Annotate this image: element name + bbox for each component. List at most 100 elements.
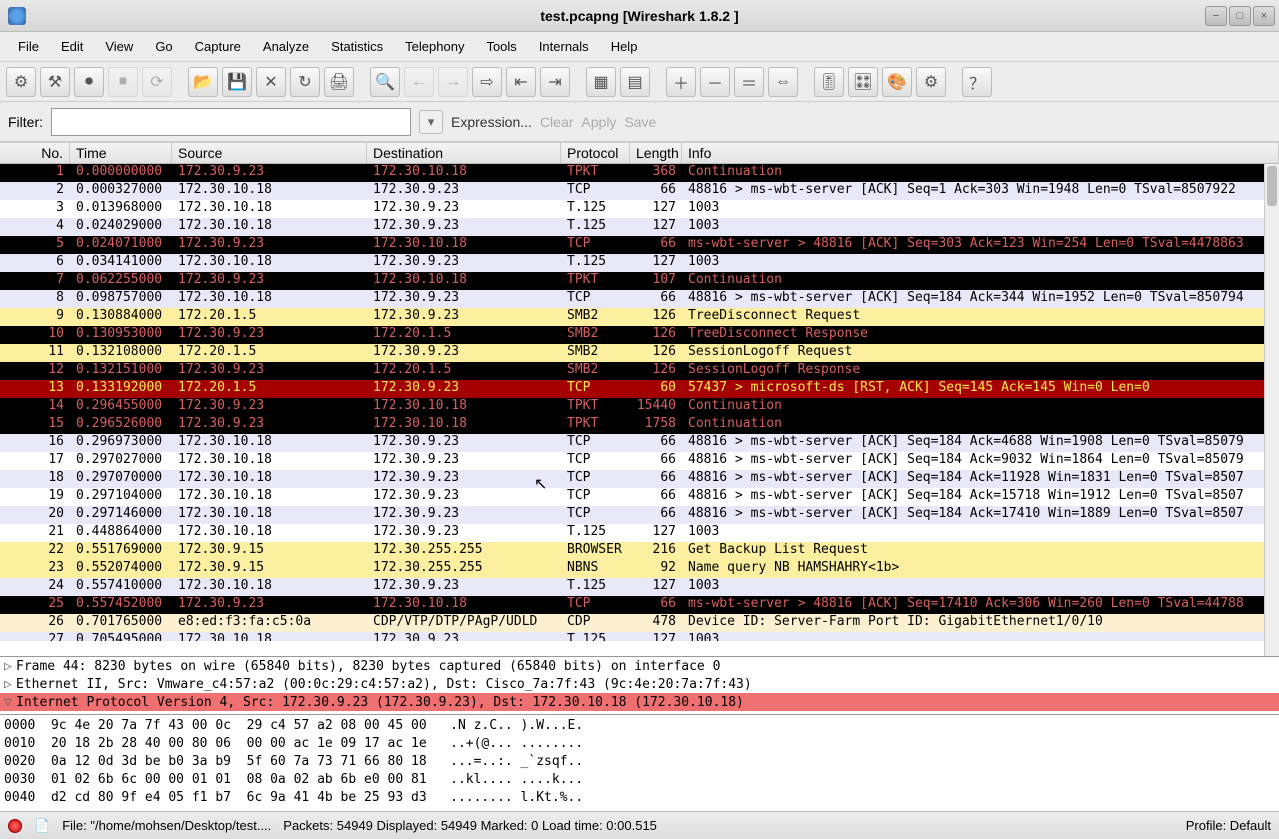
scrollbar-thumb[interactable]: [1267, 166, 1277, 206]
resize-columns-icon[interactable]: ⇔: [768, 67, 798, 97]
detail-line[interactable]: ▷ Ethernet II, Src: Vmware_c4:57:a2 (00:…: [0, 675, 1279, 693]
options-icon[interactable]: ⚒: [40, 67, 70, 97]
col-header-info[interactable]: Info: [682, 143, 1279, 163]
menu-analyze[interactable]: Analyze: [253, 35, 319, 58]
coloring-rules-icon[interactable]: 🎨: [882, 67, 912, 97]
detail-line[interactable]: ▽ Internet Protocol Version 4, Src: 172.…: [0, 693, 1279, 711]
clear-button[interactable]: Clear: [540, 114, 573, 130]
window-title: test.pcapng [Wireshark 1.8.2 ]: [540, 8, 738, 24]
restart-capture-icon[interactable]: ⟳: [142, 67, 172, 97]
col-header-length[interactable]: Length: [630, 143, 682, 163]
go-to-icon[interactable]: ⇨: [472, 67, 502, 97]
filter-input[interactable]: [51, 108, 411, 136]
menu-telephony[interactable]: Telephony: [395, 35, 474, 58]
packet-row[interactable]: 270.705495000172.30.10.18172.30.9.23T.12…: [0, 632, 1279, 641]
save-icon[interactable]: 💾: [222, 67, 252, 97]
preferences-icon[interactable]: ⚙: [916, 67, 946, 97]
vertical-scrollbar[interactable]: [1264, 164, 1279, 656]
packet-row[interactable]: 240.557410000172.30.10.18172.30.9.23T.12…: [0, 578, 1279, 596]
statusbar: 📄 File: "/home/mohsen/Desktop/test.... P…: [0, 811, 1279, 839]
print-icon[interactable]: 🖨: [324, 67, 354, 97]
toolbar: ⚙ ⚒ ⏺ ⏹ ⟳ 📂 💾 ✕ ↻ 🖨 🔍 ← → ⇨ ⇤ ⇥ ▦ ▤ ＋ － …: [0, 62, 1279, 102]
first-packet-icon[interactable]: ⇤: [506, 67, 536, 97]
packet-row[interactable]: 250.557452000172.30.9.23172.30.10.18TCP6…: [0, 596, 1279, 614]
filterbar: Filter: ▾ Expression... Clear Apply Save: [0, 102, 1279, 142]
packet-row[interactable]: 60.034141000172.30.10.18172.30.9.23T.125…: [0, 254, 1279, 272]
packet-list-body[interactable]: 10.000000000172.30.9.23172.30.10.18TPKT3…: [0, 164, 1279, 641]
minimize-button[interactable]: −: [1205, 6, 1227, 26]
packet-row[interactable]: 40.024029000172.30.10.18172.30.9.23T.125…: [0, 218, 1279, 236]
packet-row[interactable]: 10.000000000172.30.9.23172.30.10.18TPKT3…: [0, 164, 1279, 182]
packet-row[interactable]: 260.701765000e8:ed:f3:fa:c5:0aCDP/VTP/DT…: [0, 614, 1279, 632]
colorize-icon[interactable]: ▦: [586, 67, 616, 97]
menu-statistics[interactable]: Statistics: [321, 35, 393, 58]
status-profile[interactable]: Profile: Default: [1186, 818, 1271, 833]
col-header-protocol[interactable]: Protocol: [561, 143, 630, 163]
close-button[interactable]: ×: [1253, 6, 1275, 26]
col-header-destination[interactable]: Destination: [367, 143, 561, 163]
packet-row[interactable]: 230.552074000172.30.9.15172.30.255.255NB…: [0, 560, 1279, 578]
capture-file-properties-icon[interactable]: 📄: [34, 818, 50, 834]
interfaces-icon[interactable]: ⚙: [6, 67, 36, 97]
col-header-no[interactable]: No.: [0, 143, 70, 163]
packet-row[interactable]: 100.130953000172.30.9.23172.20.1.5SMB212…: [0, 326, 1279, 344]
packet-row[interactable]: 210.448864000172.30.10.18172.30.9.23T.12…: [0, 524, 1279, 542]
zoom-out-icon[interactable]: －: [700, 67, 730, 97]
start-capture-icon[interactable]: ⏺: [74, 67, 104, 97]
menu-view[interactable]: View: [95, 35, 143, 58]
filter-label: Filter:: [8, 114, 43, 130]
packet-row[interactable]: 70.062255000172.30.9.23172.30.10.18TPKT1…: [0, 272, 1279, 290]
packet-row[interactable]: 200.297146000172.30.10.18172.30.9.23TCP6…: [0, 506, 1279, 524]
reload-icon[interactable]: ↻: [290, 67, 320, 97]
go-back-icon[interactable]: ←: [404, 67, 434, 97]
zoom-100-icon[interactable]: ＝: [734, 67, 764, 97]
packet-row[interactable]: 150.296526000172.30.9.23172.30.10.18TPKT…: [0, 416, 1279, 434]
close-file-icon[interactable]: ✕: [256, 67, 286, 97]
menubar: File Edit View Go Capture Analyze Statis…: [0, 32, 1279, 62]
zoom-in-icon[interactable]: ＋: [666, 67, 696, 97]
col-header-time[interactable]: Time: [70, 143, 172, 163]
display-filters-icon[interactable]: 🎛: [848, 67, 878, 97]
packet-list-pane: No. Time Source Destination Protocol Len…: [0, 142, 1279, 656]
maximize-button[interactable]: □: [1229, 6, 1251, 26]
packet-row[interactable]: 220.551769000172.30.9.15172.30.255.255BR…: [0, 542, 1279, 560]
packet-row[interactable]: 110.132108000172.20.1.5172.30.9.23SMB212…: [0, 344, 1279, 362]
menu-file[interactable]: File: [8, 35, 49, 58]
menu-tools[interactable]: Tools: [476, 35, 526, 58]
packet-row[interactable]: 20.000327000172.30.10.18172.30.9.23TCP66…: [0, 182, 1279, 200]
apply-button[interactable]: Apply: [581, 114, 616, 130]
expert-info-icon[interactable]: [8, 819, 22, 833]
expression-button[interactable]: Expression...: [451, 114, 532, 130]
last-packet-icon[interactable]: ⇥: [540, 67, 570, 97]
menu-go[interactable]: Go: [145, 35, 182, 58]
open-icon[interactable]: 📂: [188, 67, 218, 97]
menu-internals[interactable]: Internals: [529, 35, 599, 58]
packet-row[interactable]: 50.024071000172.30.9.23172.30.10.18TCP66…: [0, 236, 1279, 254]
capture-filters-icon[interactable]: 🎚: [814, 67, 844, 97]
packet-row[interactable]: 170.297027000172.30.10.18172.30.9.23TCP6…: [0, 452, 1279, 470]
packet-row[interactable]: 160.296973000172.30.10.18172.30.9.23TCP6…: [0, 434, 1279, 452]
menu-edit[interactable]: Edit: [51, 35, 93, 58]
go-forward-icon[interactable]: →: [438, 67, 468, 97]
find-icon[interactable]: 🔍: [370, 67, 400, 97]
stop-capture-icon[interactable]: ⏹: [108, 67, 138, 97]
packet-row[interactable]: 180.297070000172.30.10.18172.30.9.23TCP6…: [0, 470, 1279, 488]
packet-details-pane[interactable]: ▷ Frame 44: 8230 bytes on wire (65840 bi…: [0, 656, 1279, 714]
packet-row[interactable]: 140.296455000172.30.9.23172.30.10.18TPKT…: [0, 398, 1279, 416]
auto-scroll-icon[interactable]: ▤: [620, 67, 650, 97]
packet-row[interactable]: 90.130884000172.20.1.5172.30.9.23SMB2126…: [0, 308, 1279, 326]
menu-capture[interactable]: Capture: [185, 35, 251, 58]
packet-row[interactable]: 120.132151000172.30.9.23172.20.1.5SMB212…: [0, 362, 1279, 380]
menu-help[interactable]: Help: [601, 35, 648, 58]
help-icon[interactable]: ？: [962, 67, 992, 97]
detail-line[interactable]: ▷ Frame 44: 8230 bytes on wire (65840 bi…: [0, 657, 1279, 675]
packet-row[interactable]: 30.013968000172.30.10.18172.30.9.23T.125…: [0, 200, 1279, 218]
status-packets: Packets: 54949 Displayed: 54949 Marked: …: [283, 818, 1173, 833]
filter-dropdown-icon[interactable]: ▾: [419, 110, 443, 134]
save-button[interactable]: Save: [624, 114, 656, 130]
packet-row[interactable]: 190.297104000172.30.10.18172.30.9.23TCP6…: [0, 488, 1279, 506]
packet-row[interactable]: 80.098757000172.30.10.18172.30.9.23TCP66…: [0, 290, 1279, 308]
packet-row[interactable]: 130.133192000172.20.1.5172.30.9.23TCP605…: [0, 380, 1279, 398]
packet-bytes-pane[interactable]: 0000 9c 4e 20 7a 7f 43 00 0c 29 c4 57 a2…: [0, 714, 1279, 811]
col-header-source[interactable]: Source: [172, 143, 367, 163]
